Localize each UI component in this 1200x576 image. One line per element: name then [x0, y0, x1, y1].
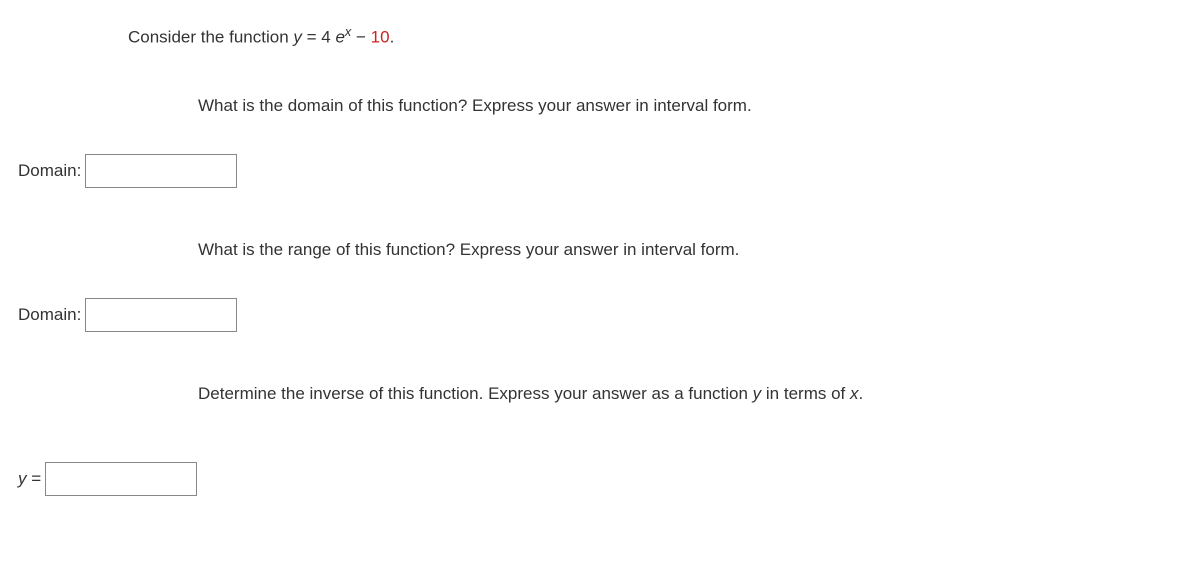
answer-row-1: Domain:	[18, 154, 1190, 188]
q3-suffix: .	[858, 384, 863, 403]
answer-row-3: y =	[18, 462, 1190, 496]
question-3-text: Determine the inverse of this function. …	[198, 384, 1190, 404]
q3-label-var: y	[18, 469, 27, 488]
intro-period: .	[390, 28, 395, 47]
answer-3-label: y =	[18, 469, 41, 489]
intro-equals: = 4	[302, 28, 336, 47]
answer-1-label: Domain:	[18, 161, 81, 181]
q3-var-y: y	[753, 384, 762, 403]
intro-prefix: Consider the function	[128, 28, 293, 47]
q3-prefix: Determine the inverse of this function. …	[198, 384, 753, 403]
question-1-text: What is the domain of this function? Exp…	[198, 96, 1190, 116]
intro-ten: 10	[371, 28, 390, 47]
inverse-input[interactable]	[45, 462, 197, 496]
q3-label-eq: =	[27, 469, 42, 488]
answer-row-2: Domain:	[18, 298, 1190, 332]
range-input[interactable]	[85, 298, 237, 332]
intro-e: e	[335, 28, 344, 47]
question-2-text: What is the range of this function? Expr…	[198, 240, 1190, 260]
answer-2-label: Domain:	[18, 305, 81, 325]
intro-minus: −	[351, 28, 370, 47]
intro-text: Consider the function y = 4 ex − 10.	[128, 24, 1190, 48]
q3-mid: in terms of	[761, 384, 850, 403]
domain-input[interactable]	[85, 154, 237, 188]
intro-var-y: y	[293, 28, 302, 47]
